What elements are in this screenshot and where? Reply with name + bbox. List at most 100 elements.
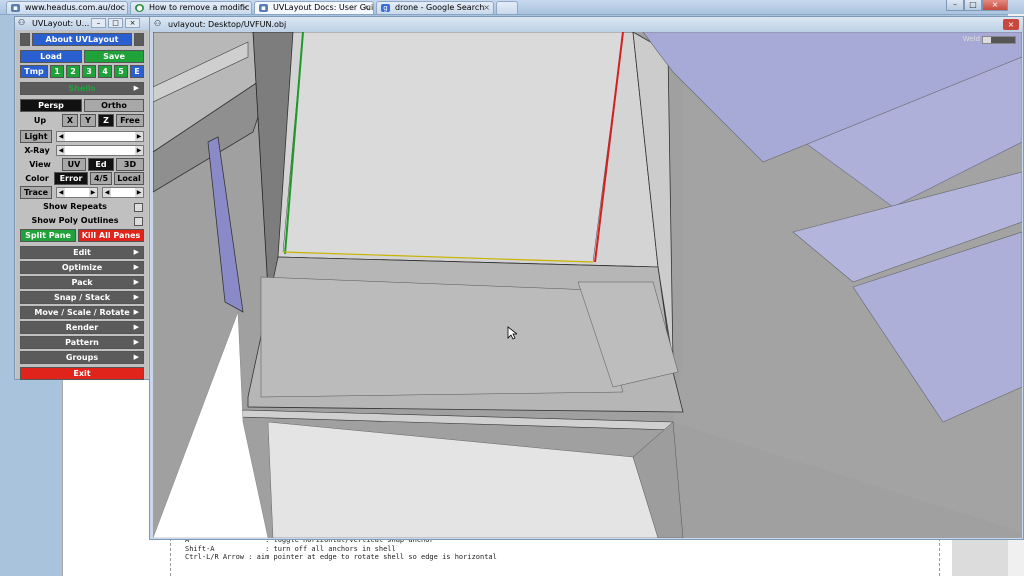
show-poly-outlines-checkbox[interactable] — [134, 217, 143, 226]
mesh-render — [153, 32, 1022, 538]
menu-label: Pack — [71, 278, 93, 287]
arrow-right-icon: ▶ — [133, 323, 139, 331]
menu-pattern[interactable]: Pattern ▶ — [20, 336, 144, 349]
tmp-slot-e[interactable]: E — [130, 65, 144, 78]
arrow-right-icon: ▶ — [133, 263, 139, 271]
browser-tab-active[interactable]: ▪ UVLayout Docs: User Guid × — [254, 1, 374, 14]
menu-snap-stack[interactable]: Snap / Stack ▶ — [20, 291, 144, 304]
color-error-button[interactable]: Error — [54, 172, 88, 185]
about-button[interactable]: About UVLayout — [32, 33, 132, 46]
load-button[interactable]: Load — [20, 50, 82, 63]
close-icon[interactable]: × — [241, 2, 248, 14]
tmp-slot-5[interactable]: 5 — [114, 65, 128, 78]
panel-title-bar: ⚇ UVLayout: U... – □ × — [15, 17, 149, 30]
tmp-slot-2[interactable]: 2 — [66, 65, 80, 78]
show-repeats-checkbox[interactable] — [134, 203, 143, 212]
persp-button[interactable]: Persp — [20, 99, 82, 112]
ortho-button[interactable]: Ortho — [84, 99, 144, 112]
browser-tab[interactable]: g drone - Google Search × — [376, 1, 494, 14]
menu-label: Optimize — [61, 263, 103, 272]
minimize-icon[interactable]: – — [946, 0, 964, 11]
view-ed-button[interactable]: Ed — [88, 158, 114, 171]
view-3d-button[interactable]: 3D — [116, 158, 144, 171]
shells-label: Shells — [68, 84, 96, 93]
tmp-slot-4[interactable]: 4 — [98, 65, 112, 78]
tmp-slot-1[interactable]: 1 — [50, 65, 64, 78]
tab-label: UVLayout Docs: User Guid — [273, 3, 374, 12]
menu-pack[interactable]: Pack ▶ — [20, 276, 144, 289]
uvlayout-icon: ⚇ — [154, 19, 162, 28]
uvlayout-icon: ⚇ — [18, 18, 26, 27]
arrow-left-icon[interactable]: ◀ — [57, 188, 65, 197]
tab-label: drone - Google Search — [395, 3, 485, 12]
close-window-icon[interactable]: × — [982, 0, 1008, 11]
mouse-cursor-icon — [507, 326, 517, 340]
color-45-button[interactable]: 4/5 — [90, 172, 112, 185]
arrow-left-icon[interactable]: ◀ — [103, 188, 111, 197]
close-icon[interactable]: × — [363, 2, 370, 14]
menu-move-scale-rotate[interactable]: Move / Scale / Rotate ▶ — [20, 306, 144, 319]
close-icon[interactable]: × — [125, 18, 140, 28]
minimize-icon[interactable]: – — [91, 18, 106, 28]
page-icon: ▪ — [259, 4, 268, 12]
3d-viewport[interactable]: Weld — [153, 32, 1022, 538]
page-icon: ▪ — [11, 4, 20, 12]
trace-slider-a[interactable]: ◀ ▶ — [56, 187, 98, 198]
menu-optimize[interactable]: Optimize ▶ — [20, 261, 144, 274]
light-slider[interactable]: ◀ ▶ — [56, 131, 144, 142]
uvlayout-panel: ⚇ UVLayout: U... – □ × About UVLayout Lo… — [14, 16, 150, 380]
maximize-icon[interactable]: □ — [108, 18, 123, 28]
trace-slider-b[interactable]: ◀ ▶ — [102, 187, 144, 198]
arrow-left-icon[interactable]: ◀ — [57, 146, 65, 155]
up-label: Up — [33, 116, 47, 125]
browser-tab[interactable]: ▪ www.headus.com.au/doc × — [6, 1, 128, 14]
help-line: Ctrl-L/R Arrow : aim pointer at edge to … — [185, 553, 497, 561]
arrow-right-icon[interactable]: ▶ — [89, 188, 97, 197]
arrow-right-icon[interactable]: ▶ — [135, 146, 143, 155]
menu-label: Snap / Stack — [53, 293, 111, 302]
up-y-button[interactable]: Y — [80, 114, 96, 127]
viewport-window: ⚇ uvlayout: Desktop/UVFUN.obj × Weld — [149, 16, 1024, 540]
maximize-icon[interactable]: □ — [964, 0, 982, 11]
view-uv-button[interactable]: UV — [62, 158, 86, 171]
trace-button[interactable]: Trace — [20, 186, 52, 199]
arrow-right-icon: ▶ — [133, 293, 139, 301]
stack-icon: ● — [135, 4, 144, 12]
split-pane-button[interactable]: Split Pane — [20, 229, 76, 242]
tab-label: How to remove a modific — [149, 3, 250, 12]
tmp-button[interactable]: Tmp — [20, 65, 48, 78]
menu-groups[interactable]: Groups ▶ — [20, 351, 144, 364]
save-button[interactable]: Save — [84, 50, 144, 63]
up-z-button[interactable]: Z — [98, 114, 114, 127]
kill-all-panes-button[interactable]: Kill All Panes — [78, 229, 144, 242]
shells-menu[interactable]: Shells ▶ — [20, 82, 144, 95]
up-x-button[interactable]: X — [62, 114, 78, 127]
menu-edit[interactable]: Edit ▶ — [20, 246, 144, 259]
panel-grip-left[interactable] — [20, 33, 30, 46]
color-local-button[interactable]: Local — [114, 172, 144, 185]
arrow-right-icon: ▶ — [133, 308, 139, 316]
arrow-right-icon: ▶ — [133, 248, 139, 256]
menu-render[interactable]: Render ▶ — [20, 321, 144, 334]
tmp-slot-3[interactable]: 3 — [82, 65, 96, 78]
tab-label: www.headus.com.au/doc — [25, 3, 125, 12]
close-icon[interactable]: × — [483, 2, 490, 14]
browser-tab-bar: ▪ www.headus.com.au/doc × ● How to remov… — [0, 0, 1024, 15]
panel-grip-right[interactable] — [134, 33, 144, 46]
up-free-button[interactable]: Free — [116, 114, 144, 127]
weld-slider[interactable] — [982, 36, 1016, 44]
exit-button[interactable]: Exit — [20, 367, 144, 380]
browser-tab[interactable]: ● How to remove a modific × — [130, 1, 252, 14]
arrow-right-icon: ▶ — [133, 84, 139, 92]
light-button[interactable]: Light — [20, 130, 52, 143]
close-icon[interactable]: × — [117, 2, 124, 14]
arrow-right-icon[interactable]: ▶ — [135, 132, 143, 141]
show-poly-outlines-label: Show Poly Outlines — [31, 216, 119, 225]
arrow-left-icon[interactable]: ◀ — [57, 132, 65, 141]
close-icon[interactable]: × — [1003, 19, 1019, 30]
new-tab-button[interactable] — [496, 1, 518, 14]
arrow-right-icon[interactable]: ▶ — [135, 188, 143, 197]
xray-slider[interactable]: ◀ ▶ — [56, 145, 144, 156]
help-line: Shift-A : turn off all anchors in shell — [185, 544, 396, 553]
arrow-right-icon: ▶ — [133, 338, 139, 346]
